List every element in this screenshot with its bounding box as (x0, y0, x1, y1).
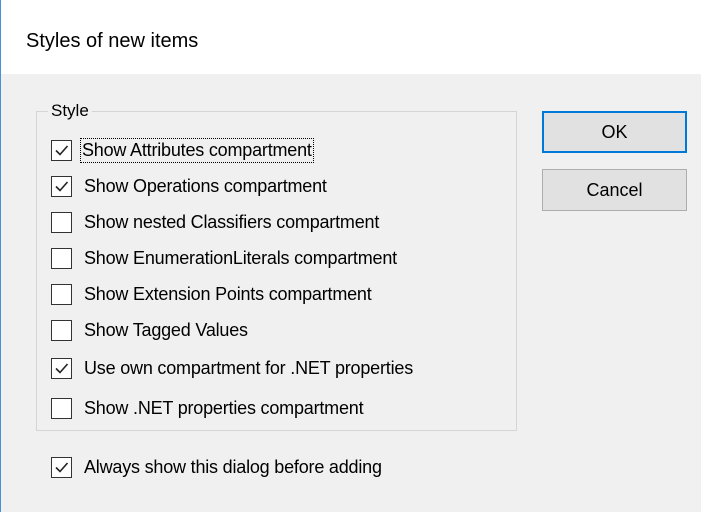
checkbox-box[interactable] (51, 357, 72, 379)
checkbox-label: Show nested Classifiers compartment (84, 211, 380, 232)
checkbox-box[interactable] (51, 283, 72, 305)
checkbox-use-own-net-compartment[interactable]: Use own compartment for .NET properties (51, 356, 413, 380)
checkbox-show-enumeration-literals[interactable]: Show EnumerationLiterals compartment (51, 246, 397, 270)
checkmark-icon (55, 144, 69, 156)
checkbox-label: Show .NET properties compartment (84, 397, 364, 418)
checkbox-show-nested-classifiers[interactable]: Show nested Classifiers compartment (51, 210, 379, 234)
checkbox-box[interactable] (51, 397, 72, 419)
checkbox-label: Show Attributes compartment (80, 137, 314, 163)
checkbox-show-attributes[interactable]: Show Attributes compartment (51, 137, 314, 163)
checkbox-box[interactable] (51, 211, 72, 233)
checkbox-always-show-dialog[interactable]: Always show this dialog before adding (51, 455, 382, 479)
checkbox-label: Show EnumerationLiterals compartment (84, 247, 397, 268)
checkbox-box[interactable] (51, 456, 72, 478)
title-bar: Styles of new items (1, 0, 701, 74)
checkbox-show-tagged-values[interactable]: Show Tagged Values (51, 318, 248, 342)
cancel-button[interactable]: Cancel (542, 169, 687, 211)
checkbox-label: Show Tagged Values (84, 319, 248, 340)
checkbox-label: Show Extension Points compartment (84, 283, 372, 304)
checkbox-box[interactable] (51, 175, 72, 197)
checkbox-show-operations[interactable]: Show Operations compartment (51, 174, 327, 198)
checkmark-icon (55, 180, 69, 192)
checkbox-show-extension-points[interactable]: Show Extension Points compartment (51, 282, 372, 306)
checkmark-icon (55, 461, 69, 473)
styles-dialog: Styles of new items Style Show Attribute… (0, 0, 701, 512)
checkbox-label: Show Operations compartment (84, 175, 327, 196)
checkbox-box[interactable] (51, 139, 72, 161)
dialog-title: Styles of new items (26, 30, 199, 52)
checkbox-label: Always show this dialog before adding (84, 456, 382, 477)
checkbox-box[interactable] (51, 247, 72, 269)
ok-button[interactable]: OK (542, 111, 687, 153)
style-group-label: Style (48, 101, 92, 121)
checkbox-label: Use own compartment for .NET properties (84, 357, 413, 378)
checkmark-icon (55, 362, 69, 374)
checkbox-show-net-properties[interactable]: Show .NET properties compartment (51, 396, 364, 420)
checkbox-box[interactable] (51, 319, 72, 341)
